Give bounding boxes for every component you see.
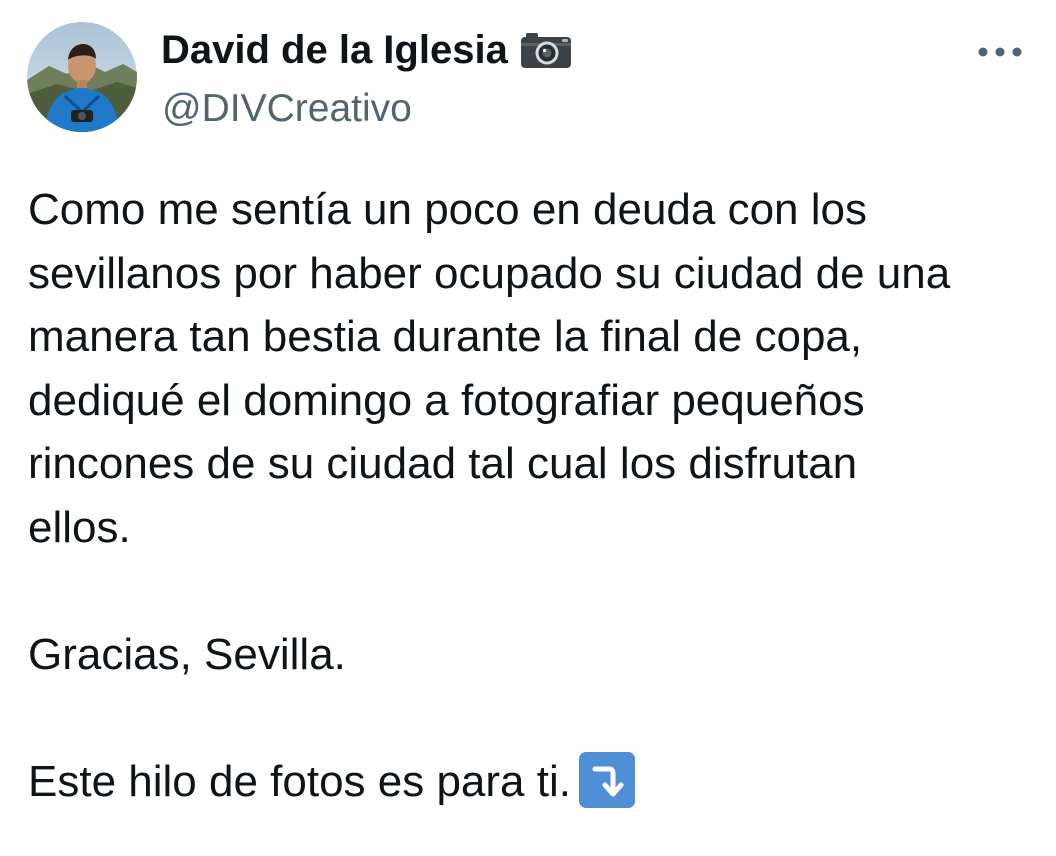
tweet-line: sevillanos por haber ocupado su ciudad d…: [28, 248, 951, 298]
author-display-name[interactable]: David de la Iglesia: [161, 24, 508, 76]
author-name-row[interactable]: David de la Iglesia: [161, 24, 572, 76]
more-options-button[interactable]: [970, 30, 1030, 74]
tweet-thanks: Gracias, Sevilla.: [28, 629, 346, 679]
arrow-down-turn-icon: [578, 751, 635, 808]
tweet-line: dediqué el domingo a fotografiar pequeño…: [28, 375, 865, 425]
more-options-icon: [978, 47, 1022, 57]
avatar[interactable]: [27, 22, 137, 132]
tweet-body: Como me sentía un poco en deuda con los …: [28, 178, 1038, 813]
tweet-line: ellos.: [28, 502, 131, 552]
author-handle[interactable]: @DIVCreativo: [162, 84, 412, 134]
tweet-closing-line: Este hilo de fotos es para ti.: [28, 750, 1038, 814]
tweet-card: David de la Iglesia @DIVCreativo Como me…: [0, 0, 1056, 856]
tweet-line: manera tan bestia durante la final de co…: [28, 312, 863, 361]
camera-icon: [520, 30, 572, 70]
tweet-closing: Este hilo de fotos es para ti.: [28, 756, 571, 806]
tweet-line: rincones de su ciudad tal cual los disfr…: [28, 439, 858, 488]
tweet-line: Como me sentía un poco en deuda con los: [28, 185, 867, 234]
avatar-photo-icon: [27, 22, 137, 132]
